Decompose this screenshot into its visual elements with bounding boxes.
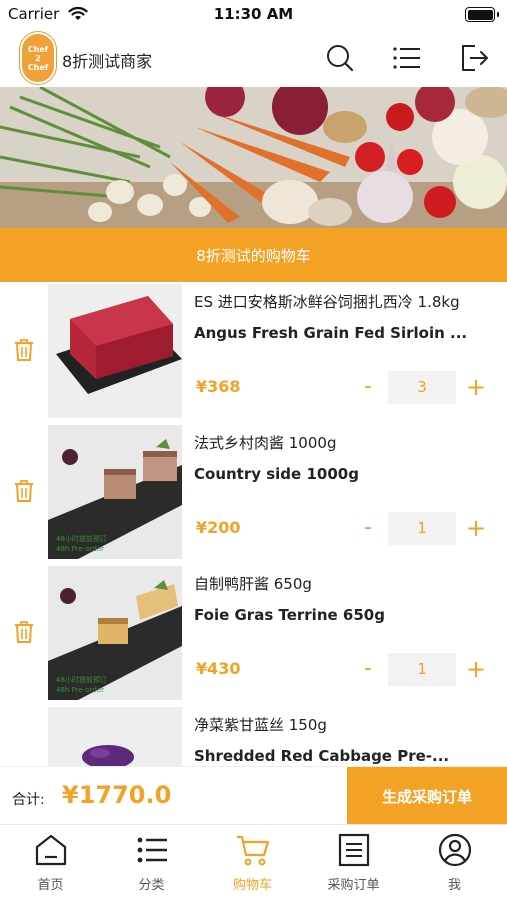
status-time: 11:30 AM (213, 5, 294, 23)
product-image[interactable] (48, 707, 182, 766)
quantity-increase-button[interactable]: + (462, 512, 490, 545)
trash-icon[interactable] (13, 338, 35, 362)
product-name-cn: 法式乡村肉酱 1000g (194, 434, 337, 452)
preorder-caption-en: 48h Pre-order (56, 686, 104, 694)
quantity-input[interactable]: 1 (388, 512, 456, 545)
home-icon (35, 834, 67, 866)
app-header: Chef 2 Chef 8折测试商家 (0, 30, 507, 87)
profile-icon (438, 833, 472, 867)
cart-item: 48小时提前预订 48h Pre-order 自制鸭肝酱 650g Foie G… (0, 564, 507, 705)
tab-label: 采购订单 (327, 878, 380, 893)
battery-icon (465, 7, 495, 22)
chef2chef-logo[interactable]: Chef 2 Chef (20, 32, 56, 84)
tab-home[interactable]: 首页 (0, 831, 101, 895)
total-amount: ¥1770.0 (62, 781, 172, 809)
order-document-icon (338, 833, 370, 867)
tab-label: 我 (447, 878, 461, 893)
bottom-tab-bar: 首页 分类 购物车 采购订单 我 (0, 824, 507, 900)
product-name-en: Country side 1000g (194, 465, 359, 483)
preorder-caption-cn: 48小时提前预订 (56, 675, 107, 684)
tab-purchase-orders[interactable]: 采购订单 (303, 831, 404, 895)
foie-gras-terrine-image: 48小时提前预订 48h Pre-order (48, 566, 182, 700)
logo-text: Chef 2 Chef (27, 44, 49, 72)
logout-icon[interactable] (458, 42, 490, 74)
checkout-bar: 合计: ¥1770.0 生成采购订单 (0, 766, 507, 825)
cart-item: ES 进口安格斯冰鲜谷饲捆扎西冷 1.8kg Angus Fresh Grain… (0, 282, 507, 423)
country-pate-image: 48小时提前预订 48h Pre-order (48, 425, 182, 559)
vegetables-banner (0, 87, 507, 228)
red-cabbage-image (48, 707, 182, 766)
cart-title: 8折测试的购物车 (196, 246, 311, 265)
trash-icon[interactable] (13, 620, 35, 644)
merchant-name: 8折测试商家 (62, 52, 153, 71)
quantity-input[interactable]: 3 (388, 371, 456, 404)
product-price: ¥200 (196, 518, 241, 537)
product-name-en: Angus Fresh Grain Fed Sirloin ... (194, 324, 468, 342)
product-image[interactable]: 48小时提前预订 48h Pre-order (48, 425, 182, 559)
product-price: ¥368 (196, 377, 241, 396)
tab-cart[interactable]: 购物车 (202, 831, 303, 895)
quantity-increase-button[interactable]: + (462, 653, 490, 686)
tab-label: 首页 (37, 878, 64, 893)
cart-item-list[interactable]: ES 进口安格斯冰鲜谷饲捆扎西冷 1.8kg Angus Fresh Grain… (0, 282, 507, 766)
quantity-increase-button[interactable]: + (462, 371, 490, 404)
quantity-decrease-button[interactable]: - (356, 513, 380, 543)
cart-title-bar: 8折测试的购物车 (0, 228, 507, 282)
trash-icon[interactable] (13, 479, 35, 503)
quantity-decrease-button[interactable]: - (356, 654, 380, 684)
tab-label: 分类 (138, 878, 165, 893)
product-image[interactable]: 48小时提前预订 48h Pre-order (48, 566, 182, 700)
search-icon[interactable] (324, 42, 356, 74)
product-name-en: Shredded Red Cabbage Pre-... (194, 747, 450, 765)
tab-profile[interactable]: 我 (404, 831, 505, 895)
quantity-input[interactable]: 1 (388, 653, 456, 686)
product-image[interactable] (48, 284, 182, 418)
tab-category[interactable]: 分类 (101, 831, 202, 895)
create-purchase-order-button[interactable]: 生成采购订单 (347, 767, 507, 825)
cart-item: 净菜紫甘蓝丝 150g Shredded Red Cabbage Pre-... (0, 705, 507, 766)
status-bar: Carrier 11:30 AM (0, 0, 507, 30)
cart-item: 48小时提前预订 48h Pre-order 法式乡村肉酱 1000g Coun… (0, 423, 507, 564)
beef-sirloin-image (48, 284, 182, 418)
product-name-en: Foie Gras Terrine 650g (194, 606, 385, 624)
cart-icon (237, 835, 270, 866)
tab-label: 购物车 (232, 878, 272, 893)
battery-tip (497, 12, 499, 17)
product-price: ¥430 (196, 659, 241, 678)
list-icon[interactable] (391, 42, 423, 74)
quantity-decrease-button[interactable]: - (356, 372, 380, 402)
product-name-cn: 净菜紫甘蓝丝 150g (194, 716, 327, 734)
category-list-icon (137, 837, 167, 863)
total-label: 合计: (12, 792, 45, 808)
vegetables-banner-image (0, 87, 507, 228)
product-name-cn: ES 进口安格斯冰鲜谷饲捆扎西冷 1.8kg (194, 293, 460, 311)
product-name-cn: 自制鸭肝酱 650g (194, 575, 312, 593)
preorder-caption-en: 48h Pre-order (56, 545, 104, 553)
preorder-caption-cn: 48小时提前预订 (56, 534, 107, 543)
